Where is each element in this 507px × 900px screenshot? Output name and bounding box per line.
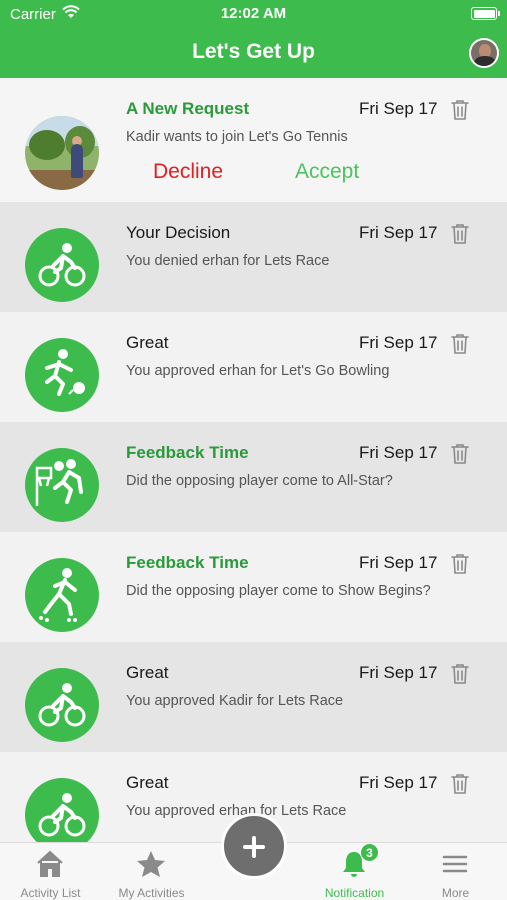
- request-notification[interactable]: A New Request Fri Sep 17 Kadir wants to …: [0, 78, 507, 202]
- trash-icon[interactable]: [450, 553, 470, 580]
- bowling-icon: [25, 338, 99, 412]
- tab-label: More: [441, 886, 470, 900]
- tab-label: Notification: [324, 886, 385, 900]
- notification-date: Fri Sep 17: [359, 663, 438, 682]
- notification-badge: 3: [360, 843, 379, 862]
- notification-item[interactable]: Great Fri Sep 17 You approved Kadir for …: [0, 642, 507, 752]
- notification-item[interactable]: Feedback Time Fri Sep 17 Did the opposin…: [0, 532, 507, 642]
- notification-date: Fri Sep 17: [359, 333, 438, 352]
- trash-icon[interactable]: [450, 223, 470, 250]
- notification-message: Did the opposing player come to All-Star…: [126, 473, 393, 489]
- avatar-shirt: [474, 56, 496, 66]
- notification-heading: Great: [126, 663, 169, 682]
- notification-item[interactable]: Great Fri Sep 17 You approved erhan for …: [0, 312, 507, 422]
- cycling-icon: [25, 228, 99, 302]
- notification-heading: Feedback Time: [126, 443, 249, 462]
- notification-item[interactable]: Feedback Time Fri Sep 17 Did the opposin…: [0, 422, 507, 532]
- trash-icon[interactable]: [450, 663, 470, 690]
- notification-date: Fri Sep 17: [359, 223, 438, 242]
- battery-icon: [471, 7, 500, 20]
- status-bar: Carrier 12:02 AM: [0, 0, 507, 28]
- notification-heading: Feedback Time: [126, 553, 249, 572]
- request-heading: A New Request: [126, 99, 250, 118]
- nav-bar: Let's Get Up: [0, 28, 507, 78]
- menu-icon: [442, 855, 468, 873]
- rollerblade-icon: [25, 558, 99, 632]
- tab-activity-list[interactable]: Activity List: [0, 843, 101, 900]
- notification-message: Did the opposing player come to Show Beg…: [126, 583, 431, 599]
- notification-heading: Great: [126, 333, 169, 352]
- tab-label: Activity List: [20, 886, 81, 900]
- add-activity-button[interactable]: [221, 813, 287, 879]
- notification-date: Fri Sep 17: [359, 553, 438, 572]
- home-icon: [37, 850, 63, 877]
- request-message: Kadir wants to join Let's Go Tennis: [126, 129, 348, 145]
- basketball-icon: [25, 448, 99, 522]
- notification-list[interactable]: A New Request Fri Sep 17 Kadir wants to …: [0, 78, 507, 842]
- notification-date: Fri Sep 17: [359, 773, 438, 792]
- request-date: Fri Sep 17: [359, 99, 438, 118]
- notification-item[interactable]: Your Decision Fri Sep 17 You denied erha…: [0, 202, 507, 312]
- notification-date: Fri Sep 17: [359, 443, 438, 462]
- notification-message: You approved Kadir for Lets Race: [126, 693, 344, 709]
- notification-heading: Great: [126, 773, 169, 792]
- notification-heading: Your Decision: [126, 223, 231, 242]
- trash-icon[interactable]: [450, 333, 470, 360]
- decline-button[interactable]: Decline: [153, 160, 223, 184]
- notification-message: You denied erhan for Lets Race: [126, 253, 330, 269]
- cycling-icon: [25, 668, 99, 742]
- star-icon: [137, 851, 165, 877]
- cycling-icon: [25, 778, 99, 842]
- clock: 12:02 AM: [220, 5, 287, 22]
- requester-photo: [25, 116, 99, 190]
- notification-message: You approved erhan for Let's Go Bowling: [126, 363, 390, 379]
- tab-label: My Activities: [118, 886, 185, 900]
- notification-message: You approved erhan for Lets Race: [126, 803, 347, 819]
- trash-icon[interactable]: [450, 773, 470, 800]
- tab-notification[interactable]: 3 Notification: [304, 843, 405, 900]
- accept-button[interactable]: Accept: [295, 160, 359, 184]
- trash-icon[interactable]: [450, 443, 470, 470]
- tab-my-activities[interactable]: My Activities: [101, 843, 202, 900]
- trash-icon[interactable]: [450, 99, 470, 126]
- page-title: Let's Get Up: [192, 40, 315, 63]
- tab-more[interactable]: More: [405, 843, 506, 900]
- profile-avatar[interactable]: [469, 38, 499, 68]
